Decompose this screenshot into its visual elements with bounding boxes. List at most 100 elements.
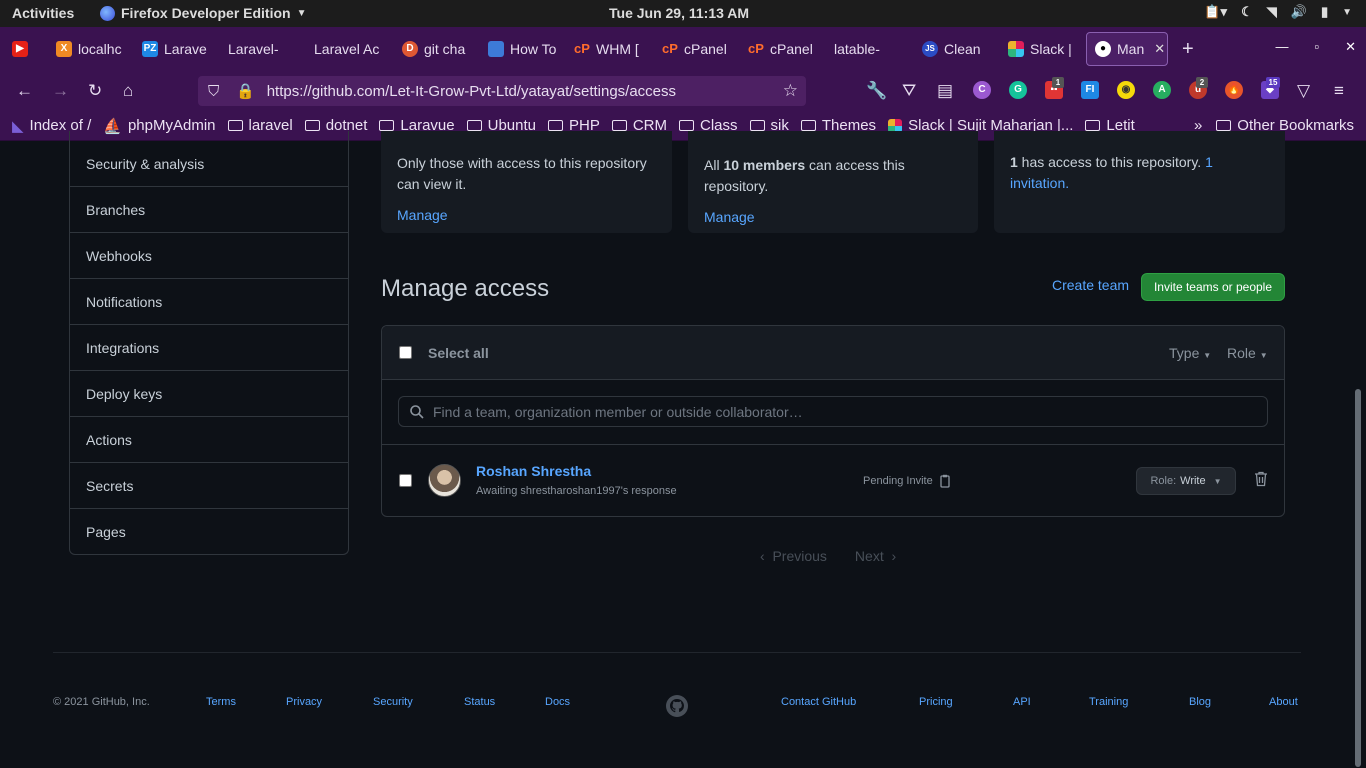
create-team-link[interactable]: Create team xyxy=(1052,277,1129,293)
bookmark-star-icon[interactable]: ☆ xyxy=(783,81,798,101)
role-dropdown[interactable]: Role: Write ▼ xyxy=(1136,467,1236,495)
footer-link-privacy[interactable]: Privacy xyxy=(286,696,322,708)
sidebar-item-branches[interactable]: Branches xyxy=(70,187,348,233)
sidebar-item-actions[interactable]: Actions xyxy=(70,417,348,463)
github-logo-icon[interactable] xyxy=(665,694,689,718)
folder-icon xyxy=(1216,120,1232,131)
tab-clean[interactable]: JS Clean xyxy=(914,32,1000,66)
copyright: © 2021 GitHub, Inc. xyxy=(53,696,150,708)
footer-link-status[interactable]: Status xyxy=(464,696,495,708)
activities-button[interactable]: Activities xyxy=(12,5,74,21)
caret-down-icon: ▼ xyxy=(1259,351,1268,360)
tab-latable[interactable]: latable- xyxy=(826,32,914,66)
close-window-icon[interactable]: ✕ xyxy=(1345,39,1356,55)
tab-cpanel-2[interactable]: cP cPanel xyxy=(740,32,826,66)
footer-link-api[interactable]: API xyxy=(1013,696,1031,708)
close-tab-icon[interactable]: ✕ xyxy=(1154,41,1165,57)
footer-link-training[interactable]: Training xyxy=(1089,696,1128,708)
home-icon[interactable]: ⌂ xyxy=(123,81,133,101)
tab-label: cPanel xyxy=(770,41,813,57)
manage-visibility-link[interactable]: Manage xyxy=(397,205,656,226)
wrench-icon[interactable]: 🔧 xyxy=(866,81,887,101)
url-bar[interactable]: ⛉ 🔒 https://github.com/Let-It-Grow-Pvt-L… xyxy=(198,76,806,106)
folder-icon xyxy=(749,120,765,131)
role-value: Write xyxy=(1180,475,1206,487)
member-name[interactable]: Roshan Shrestha xyxy=(476,463,591,479)
sidebar-item-integrations[interactable]: Integrations xyxy=(70,325,348,371)
reload-icon[interactable]: ↻ xyxy=(88,81,102,101)
footer-link-blog[interactable]: Blog xyxy=(1189,696,1211,708)
tab-laravel-2[interactable]: Laravel- xyxy=(220,32,306,66)
app-menu[interactable]: Firefox Developer Edition ▼ xyxy=(100,5,307,21)
pocket-icon[interactable]: ⛛ xyxy=(902,81,916,101)
sidebar-item-deploy-keys[interactable]: Deploy keys xyxy=(70,371,348,417)
tab-howto[interactable]: How To xyxy=(480,32,566,66)
clipboard-icon[interactable]: 📋▾ xyxy=(1204,4,1227,20)
lock-icon[interactable]: 🔒 xyxy=(236,82,255,100)
footer-link-about[interactable]: About xyxy=(1269,696,1298,708)
extension-fire-icon[interactable]: 🔥 xyxy=(1225,81,1243,99)
invite-button[interactable]: Invite teams or people xyxy=(1141,273,1285,301)
manage-base-link[interactable]: Manage xyxy=(704,207,962,228)
grammarly-icon[interactable]: G xyxy=(1009,81,1027,99)
tab-slack[interactable]: Slack | xyxy=(1000,32,1082,66)
tab-label: git cha xyxy=(424,41,466,57)
clock[interactable]: Tue Jun 29, 11:13 AM xyxy=(609,5,749,21)
navigation-toolbar: ← → ↻ ⌂ ⛉ 🔒 https://github.com/Let-It-Gr… xyxy=(0,71,1366,111)
reader-view-icon[interactable]: ▤ xyxy=(937,81,953,101)
tab-laravel-1[interactable]: PZ Larave xyxy=(134,32,220,66)
select-all-checkbox[interactable] xyxy=(399,346,412,359)
maximize-icon[interactable]: ▫ xyxy=(1314,39,1319,55)
tab-whm[interactable]: cP WHM [ xyxy=(566,32,654,66)
search-input[interactable] xyxy=(433,403,1263,420)
footer-divider xyxy=(53,652,1301,653)
back-icon[interactable]: ← xyxy=(16,81,33,101)
tab-label: How To xyxy=(510,41,557,57)
extension-a-icon[interactable]: A xyxy=(1153,81,1171,99)
extension-yellow-icon[interactable]: ◉ xyxy=(1117,81,1135,99)
tab-github-active[interactable]: ● Man ✕ xyxy=(1086,32,1168,66)
select-all-label[interactable]: Select all xyxy=(428,345,489,361)
tab-cpanel-1[interactable]: cP cPanel xyxy=(654,32,740,66)
previous-page-button[interactable]: ‹ Previous xyxy=(760,548,827,564)
sidebar-item-security-analysis[interactable]: Security & analysis xyxy=(70,131,348,187)
url-text[interactable]: https://github.com/Let-It-Grow-Pvt-Ltd/y… xyxy=(267,83,676,100)
avatar[interactable] xyxy=(428,464,461,497)
sidebar-item-webhooks[interactable]: Webhooks xyxy=(70,233,348,279)
footer-link-pricing[interactable]: Pricing xyxy=(919,696,953,708)
page-scrollbar[interactable] xyxy=(1355,389,1361,767)
search-field[interactable] xyxy=(398,396,1268,427)
member-checkbox[interactable] xyxy=(399,474,412,487)
tab-laravel-3[interactable]: Laravel Ac xyxy=(306,32,394,66)
folder-icon xyxy=(548,120,563,131)
extension-c-icon[interactable]: C xyxy=(973,81,991,99)
sidebar-item-notifications[interactable]: Notifications xyxy=(70,279,348,325)
footer-link-contact[interactable]: Contact GitHub xyxy=(781,696,856,708)
footer-link-docs[interactable]: Docs xyxy=(545,696,570,708)
tab-git[interactable]: Dgit cha xyxy=(394,32,480,66)
hamburger-menu-icon[interactable]: ≡ xyxy=(1334,81,1344,101)
vue-devtools-icon[interactable]: ▽ xyxy=(1297,81,1310,101)
sidebar-item-secrets[interactable]: Secrets xyxy=(70,463,348,509)
type-filter[interactable]: Type ▼ xyxy=(1169,345,1211,361)
role-filter[interactable]: Role ▼ xyxy=(1227,345,1268,361)
tab-youtube[interactable]: ▶ xyxy=(0,32,48,66)
forward-icon[interactable]: → xyxy=(52,81,69,101)
copy-icon[interactable] xyxy=(939,474,951,488)
minimize-icon[interactable]: — xyxy=(1275,39,1288,55)
text-prefix: All xyxy=(704,157,724,173)
base-permissions-card: All 10 members can access this repositor… xyxy=(688,131,978,233)
folder-icon xyxy=(379,120,395,131)
trash-icon[interactable] xyxy=(1254,471,1268,487)
footer-link-terms[interactable]: Terms xyxy=(206,696,236,708)
system-menu-icon[interactable]: ▼ xyxy=(1342,7,1352,18)
extension-fi-icon[interactable]: FI xyxy=(1081,81,1099,99)
cpanel-icon: cP xyxy=(748,41,764,56)
new-tab-button[interactable]: + xyxy=(1182,38,1194,61)
system-tray[interactable]: 📋▾ ☾ ◥ 🔊 ▮ ▼ xyxy=(1204,4,1352,20)
tab-localhost[interactable]: Xlocalhc xyxy=(48,32,134,66)
tracking-shield-icon[interactable]: ⛉ xyxy=(208,83,222,100)
next-page-button[interactable]: Next › xyxy=(855,548,896,564)
footer-link-security[interactable]: Security xyxy=(373,696,413,708)
sidebar-item-pages[interactable]: Pages xyxy=(70,509,348,555)
